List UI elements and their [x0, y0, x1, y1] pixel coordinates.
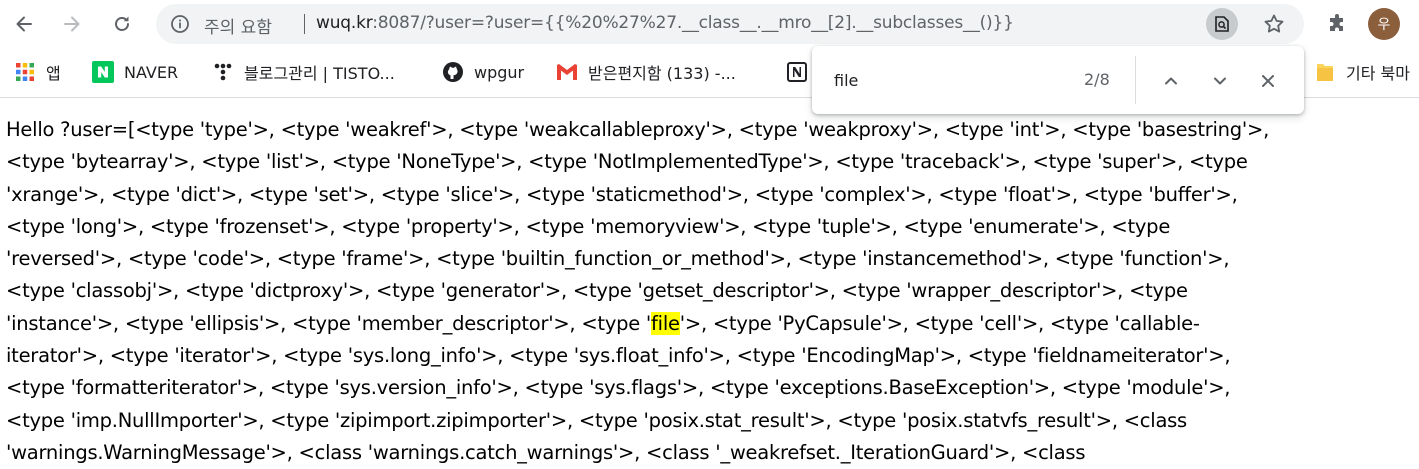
find-close-button[interactable]	[1255, 68, 1281, 94]
find-in-page-button[interactable]	[1206, 8, 1238, 40]
bookmark-star-icon[interactable]	[1262, 12, 1286, 36]
find-next-button[interactable]	[1207, 68, 1233, 94]
chevron-down-icon	[1214, 77, 1226, 85]
find-input[interactable]	[834, 68, 1064, 92]
security-status-label[interactable]: 주의 요함	[204, 13, 272, 38]
url-host: wuq.kr	[316, 13, 373, 33]
bookmark-apps[interactable]: 앱	[14, 60, 61, 84]
bookmark-label: 기타 북마	[1346, 64, 1410, 83]
close-icon	[1262, 75, 1274, 87]
find-bar: 2/8	[812, 46, 1304, 114]
tistory-icon	[212, 61, 234, 83]
address-bar[interactable]: 주의 요함 wuq.kr:8087/?user=?user={{%20%27%2…	[156, 4, 1304, 44]
gmail-icon	[556, 61, 578, 83]
arrow-right-icon	[64, 16, 80, 32]
content-line: <type 'formatteriterator'>, <type 'sys.v…	[6, 376, 1231, 400]
bookmark-tistory[interactable]: 블로그관리 | TISTO...	[212, 60, 395, 84]
find-in-page-icon	[1215, 16, 1229, 32]
page-content: Hello ?user=[<type 'type'>, <type 'weakr…	[6, 114, 1416, 469]
text-after-match: '>, <type 'PyCapsule'>, <type 'cell'>, <…	[679, 311, 1200, 335]
content-line: <type 'long'>, <type 'frozenset'>, <type…	[6, 214, 1171, 238]
naver-icon	[92, 61, 114, 83]
reload-icon	[115, 16, 129, 31]
content-line: <type 'imp.NullImporter'>, <type 'zipimp…	[6, 408, 1187, 432]
extensions-button[interactable]	[1320, 6, 1356, 42]
profile-avatar[interactable]: 우	[1368, 8, 1400, 40]
bookmark-github[interactable]: wpgur	[442, 60, 524, 84]
apps-grid-icon	[14, 61, 36, 83]
bookmark-label: 받은편지함 (133) -...	[588, 64, 736, 83]
omnibox-separator	[304, 14, 305, 34]
content-line: <type 'classobj'>, <type 'dictproxy'>, <…	[6, 279, 1188, 303]
chevron-up-icon	[1165, 77, 1177, 85]
bookmark-other-folder[interactable]: 기타 북마	[1314, 60, 1410, 84]
forward-button[interactable]	[54, 6, 90, 42]
back-button[interactable]	[6, 6, 42, 42]
bookmark-label: 블로그관리 | TISTO...	[244, 64, 395, 83]
content-line: 'warnings.WarningMessage'>, <class 'warn…	[6, 440, 1086, 464]
find-match-count: 2/8	[1084, 70, 1110, 89]
find-previous-button[interactable]	[1158, 68, 1184, 94]
content-line: 'instance'>, <type 'ellipsis'>, <type 'm…	[6, 308, 1416, 340]
notion-icon	[786, 61, 808, 83]
bookmark-label: 앱	[46, 64, 61, 83]
reload-button[interactable]	[104, 6, 140, 42]
find-bar-separator	[1135, 56, 1136, 104]
info-icon[interactable]	[170, 14, 190, 34]
bookmark-naver[interactable]: NAVER	[92, 60, 178, 84]
text-before-match: 'instance'>, <type 'ellipsis'>, <type 'm…	[6, 311, 652, 335]
bookmark-label: NAVER	[124, 62, 179, 82]
content-line: 'xrange'>, <type 'dict'>, <type 'set'>, …	[6, 182, 1238, 206]
puzzle-piece-icon	[1330, 14, 1343, 31]
find-match-highlight: file	[651, 311, 680, 335]
bookmark-label: wpgur	[474, 62, 525, 82]
folder-icon	[1314, 61, 1336, 83]
url-path: :8087/?user=?user={{%20%27%27.__class__.…	[372, 13, 1014, 33]
github-icon	[442, 61, 464, 83]
content-line: Hello ?user=[<type 'type'>, <type 'weakr…	[6, 118, 1270, 141]
bookmark-gmail[interactable]: 받은편지함 (133) -...	[556, 60, 736, 84]
content-line: 'reversed'>, <type 'code'>, <type 'frame…	[6, 247, 1230, 271]
content-line: iterator'>, <type 'iterator'>, <type 'sy…	[6, 344, 1231, 368]
browser-toolbar: 주의 요함 wuq.kr:8087/?user=?user={{%20%27%2…	[0, 0, 1419, 48]
content-line: <type 'bytearray'>, <type 'list'>, <type…	[6, 150, 1248, 174]
url-text[interactable]: wuq.kr:8087/?user=?user={{%20%27%27.__cl…	[316, 13, 1014, 33]
arrow-left-icon	[16, 16, 32, 32]
